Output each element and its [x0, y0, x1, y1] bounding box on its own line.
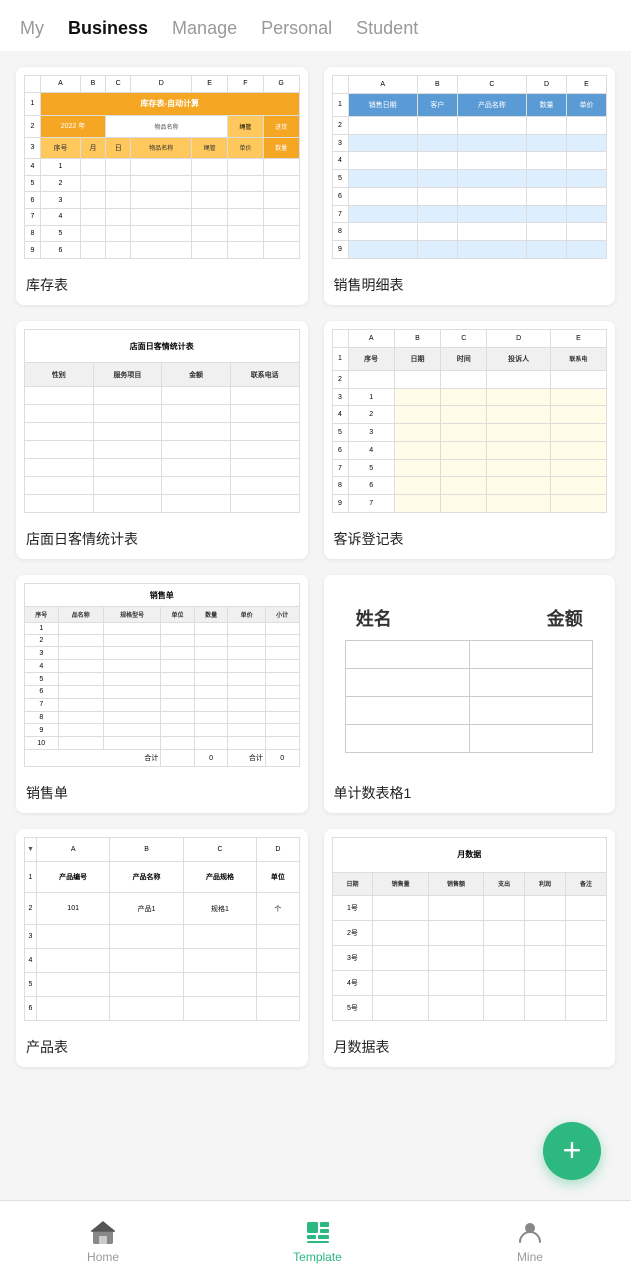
template-card-sales-order[interactable]: 销售单 序号 品名称 规格型号 单位 数量 单价 小计 1 2 3 4: [16, 575, 308, 813]
card-preview-monthly: 月数据 日期 销售量 销售额 支出 利润 备注 1号 2号 3号 4号 5号: [324, 829, 616, 1029]
card-preview-sales-order: 销售单 序号 品名称 规格型号 单位 数量 单价 小计 1 2 3 4: [16, 575, 308, 775]
tab-home[interactable]: Home: [87, 1218, 119, 1264]
card-label-sales-order: 销售单: [16, 775, 308, 813]
card-preview-customer-stat: 店面日客情统计表 性别 服务项目 金额 联系电话: [16, 321, 308, 521]
card-label-sales-detail: 销售明细表: [324, 267, 616, 305]
template-card-customer-stat[interactable]: 店面日客情统计表 性别 服务项目 金额 联系电话: [16, 321, 308, 559]
card-label-customer-stat: 店面日客情统计表: [16, 521, 308, 559]
template-card-monthly[interactable]: 月数据 日期 销售量 销售额 支出 利润 备注 1号 2号 3号 4号 5号: [324, 829, 616, 1067]
card-label-product: 产品表: [16, 1029, 308, 1067]
nav-manage[interactable]: Manage: [172, 18, 237, 39]
template-card-sales-detail[interactable]: ABCDE 1 销售日期 客户 产品名称 数量 单价 2 3 4 5 6: [324, 67, 616, 305]
bottom-nav: Home Template Mine: [0, 1200, 631, 1280]
tab-template-label: Template: [293, 1250, 342, 1264]
card-label-monthly: 月数据表: [324, 1029, 616, 1067]
template-icon: [304, 1218, 332, 1246]
nav-my[interactable]: My: [20, 18, 44, 39]
card-preview-sales-detail: ABCDE 1 销售日期 客户 产品名称 数量 单价 2 3 4 5 6: [324, 67, 616, 267]
card-preview-count-table: 姓名 金额: [324, 575, 616, 775]
add-icon: +: [563, 1134, 582, 1166]
tab-home-label: Home: [87, 1250, 119, 1264]
card-label-inventory: 库存表: [16, 267, 308, 305]
tab-mine-label: Mine: [517, 1250, 543, 1264]
nav-header: My Business Manage Personal Student: [0, 0, 631, 51]
fab-add-button[interactable]: +: [543, 1122, 601, 1180]
template-card-inventory[interactable]: ABCDEFG 1 库存表-自动计算 2 2022 年 物品名称 绳管 进货: [16, 67, 308, 305]
nav-business[interactable]: Business: [68, 18, 148, 39]
template-card-product[interactable]: ▼ ABCD 1 产品编号 产品名称 产品规格 单位 2 101 产品1: [16, 829, 308, 1067]
nav-personal[interactable]: Personal: [261, 18, 332, 39]
card-label-count-table: 单计数表格1: [324, 775, 616, 813]
template-grid: ABCDEFG 1 库存表-自动计算 2 2022 年 物品名称 绳管 进货: [0, 51, 631, 1147]
template-card-complaint[interactable]: ABCDE 1 序号 日期 时间 投诉人 联系电 2 31 42 53 64: [324, 321, 616, 559]
template-card-count-table[interactable]: 姓名 金额 单计数表格1: [324, 575, 616, 813]
tab-template[interactable]: Template: [293, 1218, 342, 1264]
card-preview-complaint: ABCDE 1 序号 日期 时间 投诉人 联系电 2 31 42 53 64: [324, 321, 616, 521]
home-icon: [89, 1218, 117, 1246]
card-preview-inventory: ABCDEFG 1 库存表-自动计算 2 2022 年 物品名称 绳管 进货: [16, 67, 308, 267]
nav-student[interactable]: Student: [356, 18, 418, 39]
tab-mine[interactable]: Mine: [516, 1218, 544, 1264]
card-label-complaint: 客诉登记表: [324, 521, 616, 559]
mine-icon: [516, 1218, 544, 1246]
card-preview-product: ▼ ABCD 1 产品编号 产品名称 产品规格 单位 2 101 产品1: [16, 829, 308, 1029]
